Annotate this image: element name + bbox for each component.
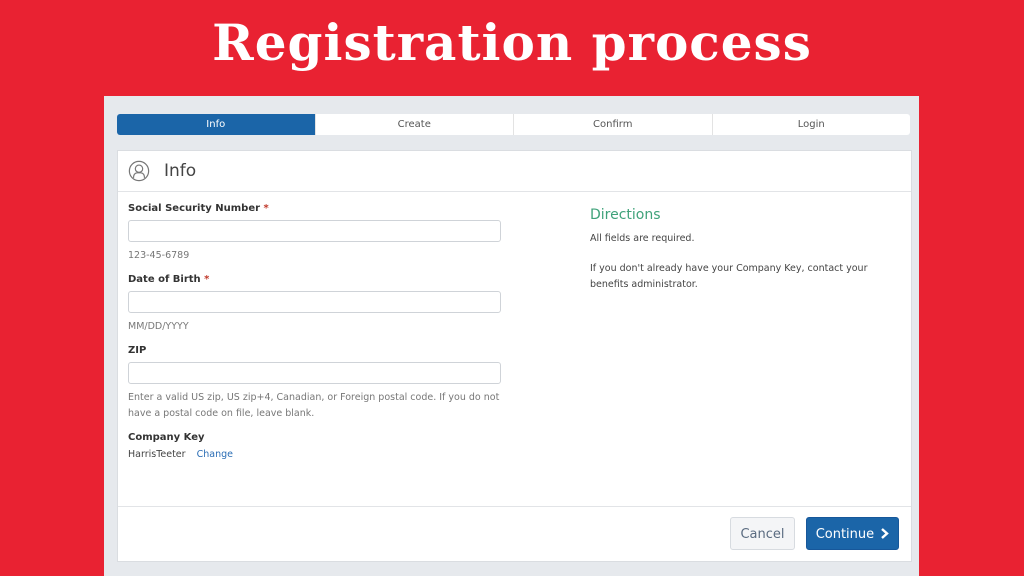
company-key-row: HarrisTeeter Change [128, 449, 503, 460]
banner-title: Registration process [212, 13, 812, 72]
zip-label: ZIP [128, 345, 147, 356]
step-create: Create [314, 114, 514, 135]
company-key-group: Company Key HarrisTeeter Change [128, 432, 503, 460]
cancel-button[interactable]: Cancel [730, 517, 795, 550]
directions-text: All fields are required. [590, 233, 695, 244]
ssn-hint: 123-45-6789 [128, 250, 190, 261]
dob-label: Date of Birth * [128, 274, 503, 285]
continue-label: Continue [815, 527, 875, 542]
form-column: Social Security Number * 123-45-6789 Dat… [128, 203, 503, 470]
required-marker: * [204, 274, 210, 285]
info-card: Info Social Security Number * 123-45-678… [117, 150, 912, 562]
dob-input[interactable] [128, 291, 501, 313]
ssn-label: Social Security Number * [128, 203, 503, 214]
dob-hint: MM/DD/YYYY [128, 321, 189, 332]
card-footer: Cancel Continue [118, 506, 911, 562]
step-login: Login [711, 114, 911, 135]
continue-button[interactable]: Continue [806, 517, 899, 550]
zip-input[interactable] [128, 362, 501, 384]
change-company-key-link[interactable]: Change [197, 449, 233, 460]
card-header: Info [118, 151, 911, 192]
progress-steps: Info Create Confirm Login [117, 114, 910, 135]
zip-hint: Enter a valid US zip, US zip+4, Canadian… [128, 392, 500, 419]
zip-group: ZIP Enter a valid US zip, US zip+4, Cana… [128, 345, 503, 422]
directions-panel: Directions All fields are required. If y… [590, 207, 900, 307]
chevron-right-icon [881, 528, 890, 539]
step-confirm: Confirm [513, 114, 712, 135]
ssn-group: Social Security Number * 123-45-6789 [128, 203, 503, 264]
ssn-input[interactable] [128, 220, 501, 242]
ssn-label-text: Social Security Number [128, 203, 261, 214]
directions-title: Directions [590, 207, 661, 223]
dob-group: Date of Birth * MM/DD/YYYY [128, 274, 503, 335]
company-key-label: Company Key [128, 432, 205, 443]
step-info: Info [117, 114, 315, 135]
user-icon [128, 160, 150, 182]
directions-text: If you don't already have your Company K… [590, 263, 868, 290]
dob-label-text: Date of Birth [128, 274, 201, 285]
card-title: Info [164, 161, 197, 181]
registration-frame: Info Create Confirm Login Info Social Se… [104, 96, 919, 576]
required-marker: * [263, 203, 269, 214]
company-key-value: HarrisTeeter [128, 449, 186, 460]
